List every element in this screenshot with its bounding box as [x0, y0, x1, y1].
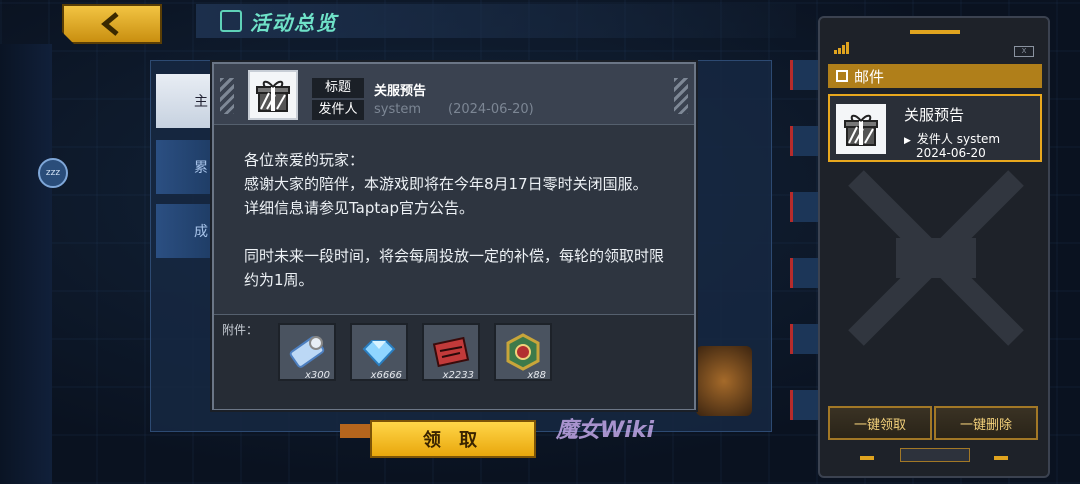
red-chip-icon	[432, 336, 470, 368]
decor-stripes-left	[220, 78, 234, 114]
mail-panel-title: 邮件	[854, 67, 885, 86]
panel-bottom-bar	[900, 448, 970, 462]
wiki-watermark: 魔女Wiki	[556, 418, 654, 443]
mail-list-item[interactable]: 关服预告 ▶ 发件人 system 2024-06-20	[828, 94, 1042, 162]
attachments-label: 附件：	[222, 323, 259, 337]
body-line: 各位亲爱的玩家：	[244, 151, 365, 169]
subject-value: 关服预告	[374, 84, 427, 99]
left-side-strip	[0, 44, 52, 484]
triangle-right-icon: ▶	[904, 136, 911, 146]
claim-all-button[interactable]: 一键领取	[828, 406, 932, 440]
mail-date: (2024-06-20)	[448, 102, 534, 117]
emblem-icon	[506, 333, 540, 371]
back-button[interactable]	[62, 4, 162, 44]
mail-item-sender: ▶ 发件人 system	[904, 130, 1000, 147]
body-line: 详细信息请参见Taptap官方公告。	[244, 199, 474, 217]
sleep-badge[interactable]: zzz	[38, 158, 68, 188]
bg-tab-2[interactable]: 累	[156, 140, 212, 194]
attachment-item[interactable]: x300	[278, 323, 336, 381]
bg-progress-bar	[340, 424, 370, 438]
calendar-icon	[220, 10, 242, 32]
mail-panel-header: 邮件	[828, 64, 1042, 88]
claim-button[interactable]: 领 取	[370, 420, 536, 458]
delete-all-button[interactable]: 一键删除	[934, 406, 1038, 440]
mail-item-date: 2024-06-20	[916, 146, 986, 160]
mail-item-sender-text: 发件人 system	[916, 132, 1001, 146]
emblem-watermark-icon	[848, 170, 1024, 346]
bg-tab-3[interactable]: 成	[156, 204, 212, 258]
ticket-icon	[289, 336, 325, 368]
attachments-area: 附件： x300 x6666 x2233 x88	[214, 314, 694, 409]
battery-icon: X	[1014, 46, 1034, 57]
activity-side-list	[790, 60, 818, 480]
mail-body[interactable]: 各位亲爱的玩家： 感谢大家的陪伴，本游戏即将在今年8月17日零时关闭国服。 详细…	[244, 148, 674, 296]
signal-icon	[834, 42, 849, 54]
diamond-icon	[362, 340, 396, 367]
body-line: 同时未来一段时间，将会每周投放一定的补偿，每轮的领取时限约为1周。	[244, 247, 665, 289]
decor-dash	[860, 456, 874, 460]
gift-icon	[836, 104, 886, 154]
decor-stripes-right	[674, 78, 688, 114]
mail-item-subject: 关服预告	[904, 106, 965, 124]
mail-icon	[836, 70, 848, 82]
attachment-qty: x300	[304, 370, 330, 381]
attachment-qty: x6666	[370, 370, 402, 381]
attachment-item[interactable]: x2233	[422, 323, 480, 381]
attachment-qty: x2233	[442, 370, 474, 381]
sender-value: system	[374, 102, 421, 117]
mail-detail-dialog: 标题 关服预告 发件人 system (2024-06-20) 各位亲爱的玩家：…	[212, 62, 696, 410]
subject-label: 标题	[312, 78, 364, 98]
character-art	[696, 346, 752, 416]
bg-tab-1[interactable]: 主	[156, 74, 212, 128]
mail-detail-header: 标题 关服预告 发件人 system (2024-06-20)	[214, 64, 694, 125]
chevron-left-icon	[101, 12, 119, 36]
attachment-qty: x88	[527, 370, 546, 381]
gift-icon	[248, 70, 298, 120]
body-line: 感谢大家的陪伴，本游戏即将在今年8月17日零时关闭国服。	[244, 175, 648, 193]
page-title: 活动总览	[250, 10, 338, 35]
mail-panel: X 邮件 关服预告 ▶ 发件人 system 2024-06-20 一键领取 一键…	[818, 16, 1050, 478]
attachment-item[interactable]: x6666	[350, 323, 408, 381]
decor-dash	[994, 456, 1008, 460]
page-header: 活动总览	[196, 4, 796, 38]
body-line	[244, 220, 674, 244]
attachment-item[interactable]: x88	[494, 323, 552, 381]
sender-label: 发件人	[312, 100, 364, 120]
panel-top-bar	[910, 30, 960, 34]
